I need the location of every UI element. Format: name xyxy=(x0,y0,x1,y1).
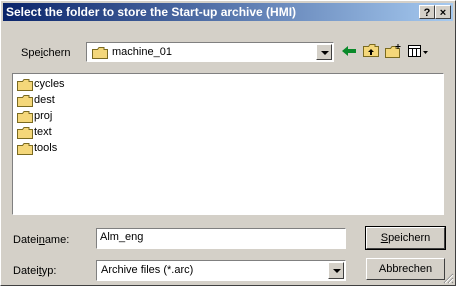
folder-icon xyxy=(17,127,33,139)
filename-label: Dateiname: xyxy=(13,234,70,246)
new-folder-icon xyxy=(385,44,401,58)
back-button[interactable] xyxy=(340,43,360,61)
folder-icon xyxy=(17,95,33,107)
filename-input[interactable] xyxy=(100,231,340,243)
folder-icon xyxy=(17,79,33,91)
save-button[interactable]: Speichern xyxy=(365,226,446,250)
title-bar[interactable]: Select the folder to store the Start-up … xyxy=(3,3,453,21)
save-in-dropdown[interactable]: machine_01 xyxy=(86,42,334,62)
chevron-down-icon[interactable] xyxy=(316,44,332,60)
filetype-value: Archive files (*.arc) xyxy=(101,264,194,276)
view-menu-button[interactable] xyxy=(407,43,428,61)
folder-icon xyxy=(92,47,108,59)
dialog-title: Select the folder to store the Start-up … xyxy=(6,5,297,19)
close-button[interactable]: × xyxy=(435,5,451,19)
filetype-dropdown[interactable]: Archive files (*.arc) xyxy=(96,260,346,281)
chevron-down-icon[interactable] xyxy=(328,262,344,279)
folder-list[interactable]: cycles dest proj text tools xyxy=(12,73,444,215)
filetype-label: Dateityp: xyxy=(13,265,57,277)
save-in-value: machine_01 xyxy=(112,46,172,58)
back-arrow-icon xyxy=(342,46,356,56)
folder-name: dest xyxy=(34,94,55,106)
folder-name: tools xyxy=(34,142,58,154)
cancel-button[interactable]: Abbrechen xyxy=(366,258,445,280)
save-dialog: Select the folder to store the Start-up … xyxy=(0,0,456,286)
up-folder-button[interactable] xyxy=(362,43,382,61)
folder-icon xyxy=(17,143,33,155)
folder-name: proj xyxy=(34,110,53,122)
resize-grip-icon[interactable] xyxy=(442,272,454,284)
folder-name: text xyxy=(34,126,52,138)
new-folder-button[interactable] xyxy=(384,43,404,61)
folder-name: cycles xyxy=(34,78,65,90)
folder-icon xyxy=(17,111,33,123)
view-menu-icon xyxy=(408,45,428,57)
save-in-label: Speichern xyxy=(21,47,71,59)
up-folder-icon xyxy=(363,44,379,57)
filename-field[interactable] xyxy=(96,228,346,249)
help-button[interactable]: ? xyxy=(419,5,435,19)
